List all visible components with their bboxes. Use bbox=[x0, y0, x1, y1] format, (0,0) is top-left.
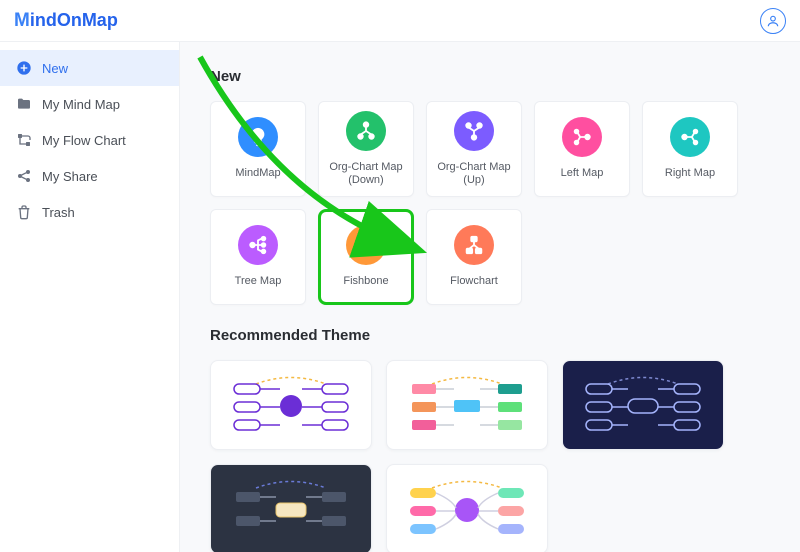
template-card-flowchart[interactable]: Flowchart bbox=[426, 209, 522, 305]
template-label: Right Map bbox=[661, 167, 719, 180]
sidebar-item-label: New bbox=[42, 61, 68, 76]
folder-icon bbox=[16, 96, 32, 112]
logo-m: M bbox=[14, 10, 30, 31]
theme-card-2[interactable] bbox=[386, 360, 548, 450]
template-label: Org-Chart Map (Down) bbox=[319, 161, 413, 187]
app-logo[interactable]: MindOnMap bbox=[14, 10, 118, 32]
sidebar: New My Mind Map My Flow Chart My Share T… bbox=[0, 42, 180, 552]
share-icon bbox=[16, 168, 32, 184]
theme-preview-icon bbox=[216, 366, 366, 444]
theme-preview-icon bbox=[216, 470, 366, 548]
template-card-rightmap[interactable]: Right Map bbox=[642, 101, 738, 197]
sidebar-item-mindmap[interactable]: My Mind Map bbox=[0, 86, 179, 122]
template-card-fishbone[interactable]: Fishbone bbox=[318, 209, 414, 305]
flowchart-icon bbox=[454, 225, 494, 265]
sidebar-item-new[interactable]: New bbox=[0, 50, 179, 86]
template-label: MindMap bbox=[231, 167, 284, 180]
user-avatar[interactable] bbox=[760, 8, 786, 34]
logo-rest: indOnMap bbox=[30, 10, 118, 30]
trash-icon bbox=[16, 204, 32, 220]
template-label: Flowchart bbox=[446, 275, 502, 288]
sidebar-item-share[interactable]: My Share bbox=[0, 158, 179, 194]
theme-card-4[interactable] bbox=[210, 464, 372, 552]
section-title-theme: Recommended Theme bbox=[210, 327, 790, 344]
template-card-mindmap[interactable]: MindMap bbox=[210, 101, 306, 197]
sidebar-item-trash[interactable]: Trash bbox=[0, 194, 179, 230]
template-label: Tree Map bbox=[231, 275, 286, 288]
theme-grid bbox=[210, 360, 790, 552]
user-icon bbox=[766, 14, 780, 28]
theme-card-5[interactable] bbox=[386, 464, 548, 552]
org-down-icon bbox=[346, 111, 386, 151]
sidebar-item-label: My Mind Map bbox=[42, 97, 120, 112]
theme-card-3[interactable] bbox=[562, 360, 724, 450]
theme-preview-icon bbox=[392, 366, 542, 444]
theme-preview-icon bbox=[392, 470, 542, 548]
template-label: Left Map bbox=[557, 167, 608, 180]
template-label: Org-Chart Map (Up) bbox=[427, 161, 521, 187]
template-card-treemap[interactable]: Tree Map bbox=[210, 209, 306, 305]
tree-icon bbox=[238, 225, 278, 265]
org-up-icon bbox=[454, 111, 494, 151]
bulb-icon bbox=[238, 117, 278, 157]
main-content: New MindMap Org-Chart Map (Down) Org-Cha… bbox=[180, 42, 800, 552]
flow-icon bbox=[16, 132, 32, 148]
theme-card-1[interactable] bbox=[210, 360, 372, 450]
template-card-orgup[interactable]: Org-Chart Map (Up) bbox=[426, 101, 522, 197]
sidebar-item-flowchart[interactable]: My Flow Chart bbox=[0, 122, 179, 158]
template-card-leftmap[interactable]: Left Map bbox=[534, 101, 630, 197]
template-card-orgdown[interactable]: Org-Chart Map (Down) bbox=[318, 101, 414, 197]
template-label: Fishbone bbox=[339, 275, 392, 288]
fishbone-icon bbox=[346, 225, 386, 265]
template-grid: MindMap Org-Chart Map (Down) Org-Chart M… bbox=[210, 101, 790, 305]
right-icon bbox=[670, 117, 710, 157]
plus-circle-icon bbox=[16, 60, 32, 76]
sidebar-item-label: My Flow Chart bbox=[42, 133, 126, 148]
sidebar-item-label: Trash bbox=[42, 205, 75, 220]
section-title-new: New bbox=[210, 68, 790, 85]
theme-preview-icon bbox=[568, 366, 718, 444]
left-icon bbox=[562, 117, 602, 157]
sidebar-item-label: My Share bbox=[42, 169, 98, 184]
